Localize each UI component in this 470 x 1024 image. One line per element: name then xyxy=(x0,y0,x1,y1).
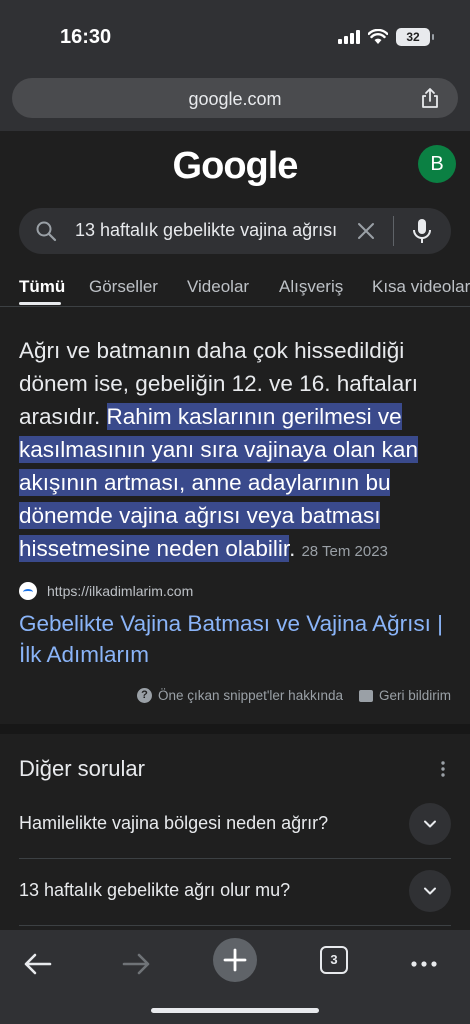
share-icon[interactable] xyxy=(418,86,442,110)
result-title-link[interactable]: Gebelikte Vajina Batması ve Vajina Ağrıs… xyxy=(19,608,451,670)
section-divider xyxy=(0,724,470,734)
snippet-tail: . xyxy=(289,536,296,561)
tab-images[interactable]: Görseller xyxy=(89,277,158,297)
battery-icon: 32 xyxy=(396,28,434,46)
tab-all[interactable]: Tümü xyxy=(19,277,65,297)
home-indicator[interactable] xyxy=(151,1008,319,1013)
tab-short-videos[interactable]: Kısa videolar xyxy=(372,277,470,297)
status-icons: 32 xyxy=(338,28,434,46)
address-bar[interactable]: google.com xyxy=(12,78,458,118)
featured-snippet-text: Ağrı ve batmanın daha çok hissedildiği d… xyxy=(19,334,451,568)
plus-icon xyxy=(223,948,247,972)
wifi-icon xyxy=(368,29,388,44)
url-text[interactable]: google.com xyxy=(12,89,458,110)
expand-button[interactable] xyxy=(409,870,451,912)
question-text[interactable]: 13 haftalık gebelikte ağrı olur mu? xyxy=(19,880,290,901)
tabs-divider xyxy=(0,306,470,307)
search-input[interactable]: 13 haftalık gebelikte vajina ağrısı xyxy=(75,220,343,241)
status-time: 16:30 xyxy=(60,26,112,48)
chevron-down-icon xyxy=(424,820,436,828)
feedback-label[interactable]: Geri bildirim xyxy=(379,688,451,703)
about-snippets-link[interactable]: ? Öne çıkan snippet'ler hakkında xyxy=(137,688,343,703)
more-menu-icon[interactable] xyxy=(402,942,446,986)
tab-shopping[interactable]: Alışveriş xyxy=(279,277,343,297)
snippet-date: 28 Tem 2023 xyxy=(301,543,388,560)
active-tab-indicator xyxy=(19,302,61,305)
feedback-link[interactable]: Geri bildirim xyxy=(358,688,451,703)
tab-switcher-button[interactable]: 3 xyxy=(320,946,348,974)
account-avatar[interactable]: B xyxy=(418,145,456,183)
site-favicon-icon xyxy=(19,582,37,600)
forward-arrow-icon[interactable] xyxy=(114,942,158,986)
clear-icon[interactable] xyxy=(355,220,377,242)
microphone-icon[interactable] xyxy=(411,218,433,244)
search-box[interactable]: 13 haftalık gebelikte vajina ağrısı xyxy=(19,208,451,254)
google-logo[interactable]: Google xyxy=(0,145,470,188)
tab-videos[interactable]: Videolar xyxy=(187,277,249,297)
help-icon: ? xyxy=(137,688,153,703)
other-questions-title: Diğer sorular xyxy=(19,756,145,781)
question-item[interactable]: 13 haftalık gebelikte ağrı olur mu? xyxy=(19,860,451,926)
question-text[interactable]: Hamilelikte vajina bölgesi neden ağrır? xyxy=(19,813,328,834)
cellular-signal-icon xyxy=(338,30,360,44)
more-options-icon[interactable] xyxy=(440,760,446,778)
search-tabs: Tümü Görseller Videolar Alışveriş Kısa v… xyxy=(19,277,470,307)
source-url[interactable]: https://ilkadimlarim.com xyxy=(47,583,193,599)
about-snippets-label[interactable]: Öne çıkan snippet'ler hakkında xyxy=(158,688,343,703)
search-icon xyxy=(36,221,57,242)
snippet-footer: ? Öne çıkan snippet'ler hakkında Geri bi… xyxy=(137,688,451,703)
status-bar: 16:30 32 xyxy=(0,0,470,64)
new-tab-button[interactable] xyxy=(213,938,257,982)
result-source[interactable]: https://ilkadimlarim.com xyxy=(19,582,193,600)
browser-toolbar: google.com xyxy=(0,64,470,132)
search-divider xyxy=(393,216,394,246)
back-arrow-icon[interactable] xyxy=(16,942,60,986)
question-item[interactable]: Hamilelikte vajina bölgesi neden ağrır? xyxy=(19,793,451,859)
chevron-down-icon xyxy=(424,887,436,895)
feedback-icon xyxy=(358,689,373,702)
expand-button[interactable] xyxy=(409,803,451,845)
